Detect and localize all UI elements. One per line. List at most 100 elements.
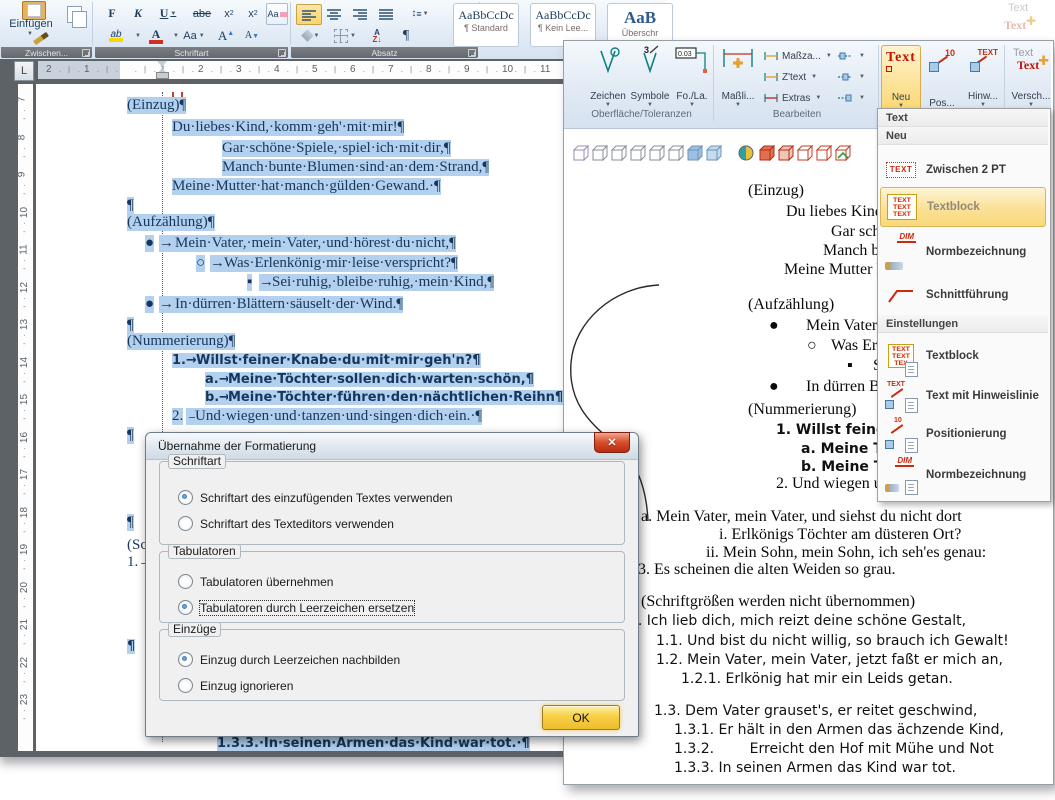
ghost-text-label: Text [1008, 2, 1028, 14]
radio-selected[interactable] [178, 652, 193, 667]
cad-doc-text[interactable]: (Aufzählung) [748, 296, 834, 314]
menu-item-text-frame[interactable]: TEXTZwischen 2 PT [880, 151, 1046, 188]
menu-item-label: Text mit Hinweislinie [926, 390, 1039, 402]
menu-item-label: Normbezeichnung [926, 246, 1026, 258]
cad-doc-text[interactable]: 1.3. Dem Vater grauset's, er reitet gesc… [654, 703, 977, 719]
menu-item-pos-doc[interactable]: 10 Positionierung [880, 415, 1046, 453]
cad-doc-text[interactable]: a. Mein Vater, mein Vater, und siehst du… [641, 508, 962, 526]
doc-text[interactable]: (Nummerierung)¶ [127, 333, 235, 350]
menu-item-hinweis-doc[interactable]: TEXT Text mit Hinweislinie [880, 379, 1046, 413]
menu-item-textblock[interactable]: TEXTTEXTTEXTTextblock [880, 187, 1046, 227]
cad-doc-text[interactable]: 1.3.3. In seinen Armen das Kind war tot. [674, 760, 956, 776]
menu-item-norm[interactable]: DIM Normbezeichnung [880, 231, 1046, 273]
doc-text[interactable]: 2. [172, 408, 183, 425]
doc-text[interactable]: ¶ [127, 514, 134, 531]
radio-selected[interactable] [178, 490, 193, 505]
cad-doc-text[interactable]: 1.2. Mein Vater, mein Vater, jetzt faßt … [656, 652, 1003, 668]
radio-label[interactable]: Tabulatoren übernehmen [200, 575, 333, 589]
cad-doc-text[interactable]: (Nummerierung) [748, 401, 856, 419]
radio-unselected[interactable] [178, 574, 193, 589]
doc-text[interactable]: Meine·Töchter·führen·den·nächtlichen·Rei… [228, 390, 563, 405]
menu-item-textblock-doc[interactable]: TEXTTEXTTEX Textblock [880, 335, 1046, 377]
ghost-move-icon: ✚ [1026, 14, 1036, 28]
doc-text[interactable]: Gar·schöne·Spiele,·spiel·ich·mit·dir,¶ [222, 140, 451, 157]
cad-doc-text[interactable]: 1. Ich lieb dich, mich reizt deine schön… [629, 613, 966, 629]
doc-text[interactable]: ○ [196, 255, 205, 272]
radio-option[interactable]: Tabulatoren durch Leerzeichen ersetzen [178, 600, 414, 615]
radio-option[interactable]: Schriftart des einzufügenden Textes verw… [178, 490, 453, 505]
doc-text[interactable]: ¶ [127, 317, 134, 334]
groupbox-einzüge: EinzügeEinzug durch Leerzeichen nachbild… [159, 629, 625, 701]
menu-header-einstellungen: Einstellungen [878, 315, 1048, 333]
radio-unselected[interactable] [178, 516, 193, 531]
ghost-ribbon-fragment: Text ✚ Text [1002, 0, 1055, 38]
doc-text[interactable]: (Aufzählung)¶ [127, 214, 215, 231]
cad-doc-text[interactable]: 1.3.2. Erreicht den Hof mit Mühe und Not [674, 741, 994, 757]
cad-doc-text[interactable]: ▪ [847, 357, 853, 375]
doc-text[interactable]: Meine·Mutter·hat·manch·gülden·Gewand.·¶ [172, 178, 441, 195]
doc-text[interactable]: ¶ [127, 427, 134, 444]
textblock-doc-icon: TEXTTEXTTEX [884, 335, 918, 377]
schnitt-icon [884, 277, 918, 313]
doc-text[interactable]: Mein·Vater,·mein·Vater,·und·hörest·du·ni… [175, 235, 456, 252]
textblock-icon: TEXTTEXTTEXT [885, 188, 919, 226]
cad-doc-text[interactable]: 1.1. Und bist du nicht willig, so brauch… [656, 633, 1009, 649]
groupbox-tabulatoren: TabulatorenTabulatoren übernehmenTabulat… [159, 551, 625, 623]
doc-text[interactable]: In·dürren·Blättern·säuselt·der·Wind.¶ [175, 296, 403, 313]
doc-text[interactable]: 1. [172, 353, 186, 368]
radio-unselected[interactable] [178, 678, 193, 693]
radio-option[interactable]: Einzug durch Leerzeichen nachbilden [178, 652, 400, 667]
doc-text[interactable]: ¶ [127, 197, 134, 214]
doc-text[interactable]: Manch·bunte·Blumen·sind·an·dem·Strand,¶ [222, 159, 489, 176]
radio-selected[interactable] [178, 600, 193, 615]
doc-text[interactable]: ¶ [127, 639, 135, 654]
doc-text[interactable]: Meine·Töchter·sollen·dich·warten·schön,¶ [228, 372, 534, 387]
doc-text[interactable]: Sei·ruhig,·bleibe·ruhig,·mein·Kind,¶ [272, 274, 494, 291]
radio-label[interactable]: Einzug durch Leerzeichen nachbilden [200, 653, 400, 667]
cad-doc-text[interactable]: ○ [807, 337, 817, 355]
norm-doc-icon: DIM [884, 455, 918, 495]
doc-text[interactable]: 1.3.3.·In·seinen·Armen·das·Kind·war·tot.… [217, 736, 530, 751]
cad-doc-text[interactable]: ● [769, 378, 779, 396]
doc-text[interactable]: Und·wiegen·und·tanzen·und·singen·dich·ei… [195, 408, 482, 425]
radio-label[interactable]: Schriftart des einzufügenden Textes verw… [200, 491, 453, 505]
radio-label[interactable]: Tabulatoren durch Leerzeichen ersetzen [200, 601, 414, 615]
doc-text[interactable]: ● [145, 235, 154, 252]
radio-label[interactable]: Einzug ignorieren [200, 679, 293, 693]
cad-doc-text[interactable]: 3. Es scheinen die alten Weiden so grau. [638, 561, 895, 579]
menu-item-schnitt[interactable]: Schnittführung [880, 277, 1046, 313]
menu-item-label: Normbezeichnung [926, 469, 1026, 481]
radio-option[interactable]: Tabulatoren übernehmen [178, 574, 333, 589]
cad-doc-text[interactable]: 1.3.1. Er hält in den Armen das ächzende… [674, 722, 1004, 738]
menu-item-norm-doc[interactable]: DIM Normbezeichnung [880, 455, 1046, 495]
menu-header-text: Text [878, 109, 1048, 127]
screenshot-stage: Text ✚ Text Einfügen ▼ F K U▼ abe x2 [0, 0, 1055, 800]
doc-text[interactable]: b. [205, 390, 219, 405]
doc-text[interactable]: (Einzug)¶ [127, 97, 186, 114]
radio-label[interactable]: Schriftart des Texteditors verwenden [200, 517, 394, 531]
doc-text[interactable]: ▪ [247, 274, 252, 291]
cad-doc-text[interactable]: ● [769, 317, 779, 335]
doc-text[interactable]: Du·liebes·Kind,·komm·geh'·mit·mir!¶ [172, 119, 404, 136]
cad-doc-text[interactable]: ii. Mein Sohn, mein Sohn, ich seh'es gen… [706, 544, 986, 562]
radio-option[interactable]: Schriftart des Texteditors verwenden [178, 516, 394, 531]
cad-doc-text[interactable]: 1.2.1. Erlkönig hat mir ein Leids getan. [681, 671, 953, 687]
groupbox-label: Tabulatoren [168, 544, 241, 559]
cad-doc-text[interactable]: (Schriftgrößen werden nicht übernommen) [641, 593, 915, 611]
ok-button[interactable]: OK [542, 705, 620, 730]
menu-item-label: Positionierung [926, 428, 1007, 440]
ghost-text-red: Text [1004, 18, 1026, 33]
text-frame-icon: TEXT [884, 151, 918, 188]
doc-text[interactable]: ● [145, 296, 154, 313]
menu-item-label: Textblock [926, 350, 979, 362]
pos-doc-icon: 10 [884, 415, 918, 453]
doc-text[interactable]: Was·Erlenkönig·mir·leise·verspricht?¶ [224, 255, 458, 272]
cad-doc-text[interactable]: i. Erlkönigs Töchter am düsteren Ort? [719, 526, 961, 544]
radio-option[interactable]: Einzug ignorieren [178, 678, 293, 693]
cad-doc-text[interactable]: (Einzug) [748, 182, 804, 200]
hinweis-doc-icon: TEXT [884, 379, 918, 413]
norm-icon: DIM [884, 231, 918, 273]
close-icon[interactable]: ✕ [594, 432, 630, 453]
doc-text[interactable]: a. [205, 372, 219, 387]
doc-text[interactable]: Willst·feiner·Knabe·du·mit·mir·geh'n?¶ [196, 353, 481, 368]
